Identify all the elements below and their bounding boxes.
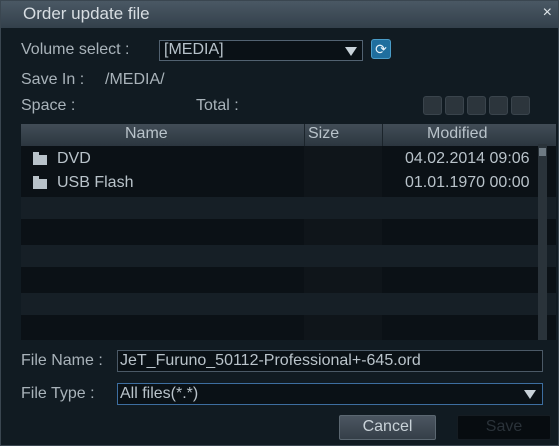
scrollbar-thumb[interactable]: [539, 148, 546, 156]
space-label: Space :: [21, 97, 76, 114]
folder-icon: [33, 176, 47, 189]
file-name-input[interactable]: JeT_Furuno_50112-Professional+-645.ord: [117, 350, 543, 372]
column-header-modified[interactable]: Modified: [427, 125, 487, 143]
modified-cell: 01.01.1970 00:00: [405, 174, 530, 191]
table-row: [21, 269, 556, 291]
file-list-table: Name Size Modified DVD 04.02.2014 09:06 …: [21, 124, 556, 340]
table-row: [21, 221, 556, 243]
cancel-button[interactable]: Cancel: [339, 415, 436, 440]
column-divider: [382, 124, 383, 146]
file-name-label: File Name :: [21, 352, 103, 369]
save-in-label: Save In :: [21, 71, 85, 88]
volume-select-value: [MEDIA]: [164, 41, 224, 58]
file-name-value: JeT_Furuno_50112-Professional+-645.ord: [120, 352, 421, 369]
file-type-select[interactable]: All files(*.*): [117, 383, 543, 405]
table-header: Name Size Modified: [21, 124, 556, 146]
table-row[interactable]: DVD 04.02.2014 09:06: [21, 149, 556, 171]
table-row[interactable]: USB Flash 01.01.1970 00:00: [21, 173, 556, 195]
column-divider: [304, 124, 305, 146]
total-label: Total :: [196, 97, 239, 114]
dialog-title: Order update file: [23, 4, 150, 23]
table-row: [21, 245, 556, 267]
volume-select[interactable]: [MEDIA]: [159, 40, 363, 61]
column-header-name[interactable]: Name: [125, 125, 168, 143]
table-row: [21, 197, 556, 219]
order-update-file-dialog: Order update file × Volume select : [MED…: [0, 0, 559, 446]
close-icon[interactable]: ×: [543, 4, 552, 22]
save-in-path: /MEDIA/: [105, 71, 165, 88]
chevron-down-icon[interactable]: [524, 390, 536, 399]
table-row: [21, 293, 556, 315]
file-name-cell: USB Flash: [57, 174, 134, 191]
vertical-scrollbar[interactable]: [538, 144, 547, 340]
toolbar-button-2-icon[interactable]: [445, 96, 464, 115]
toolbar-button-4-icon[interactable]: [489, 96, 508, 115]
title-bar: Order update file ×: [1, 1, 558, 28]
toolbar-button-1-icon[interactable]: [423, 96, 442, 115]
modified-cell: 04.02.2014 09:06: [405, 150, 530, 167]
file-type-label: File Type :: [21, 385, 95, 402]
folder-icon: [33, 152, 47, 165]
save-button[interactable]: Save: [457, 415, 551, 440]
column-header-size[interactable]: Size: [308, 125, 339, 143]
volume-select-label: Volume select :: [21, 41, 130, 58]
file-name-cell: DVD: [57, 150, 91, 167]
file-type-value: All files(*.*): [120, 385, 199, 402]
chevron-down-icon[interactable]: [345, 47, 357, 56]
refresh-icon[interactable]: ⟳: [371, 39, 391, 59]
toolbar-button-5-icon[interactable]: [511, 96, 530, 115]
toolbar-button-3-icon[interactable]: [467, 96, 486, 115]
